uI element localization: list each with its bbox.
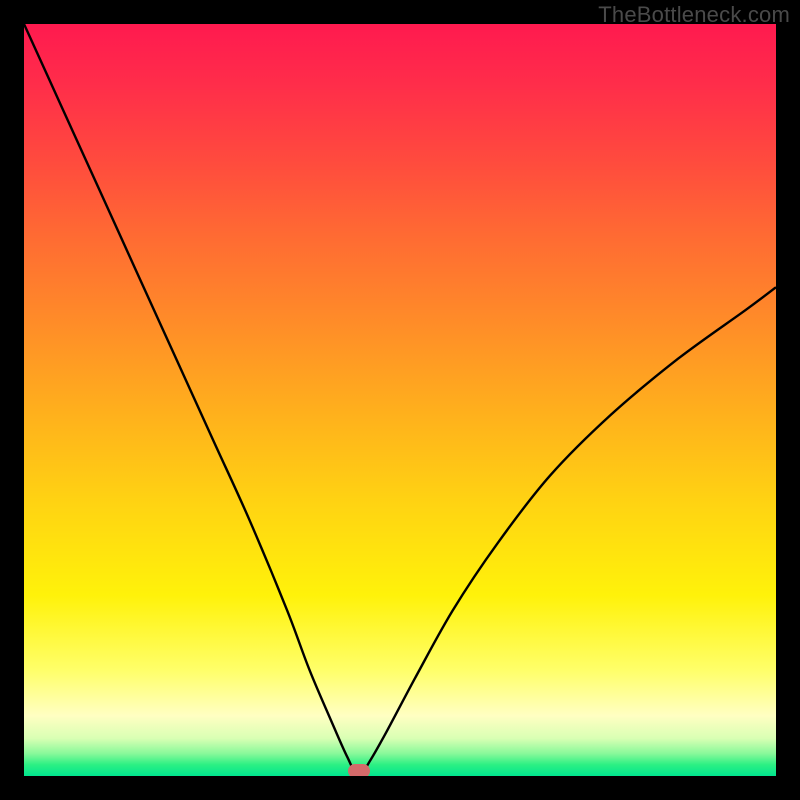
optimal-marker — [348, 764, 370, 776]
chart-frame: TheBottleneck.com — [0, 0, 800, 800]
bottleneck-curve — [24, 24, 776, 776]
plot-area — [24, 24, 776, 776]
